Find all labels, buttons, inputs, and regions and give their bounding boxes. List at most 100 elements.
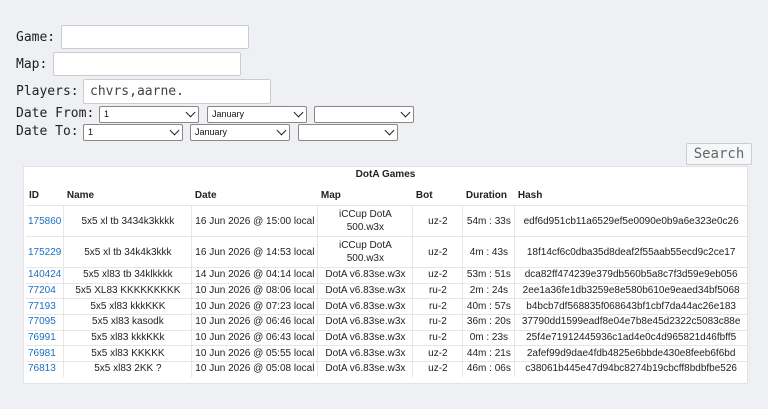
- table-row: 77204 5x5 XL83 KKKKKKKKK 10 Jun 2026 @ 08:…: [26, 282, 747, 299]
- cell-id: 76813: [26, 361, 65, 377]
- header-id: ID: [29, 189, 39, 201]
- date-from-month-value: January: [212, 109, 245, 119]
- date-from-label: Date From:: [16, 106, 95, 121]
- cell-hash: c38061b445e47d94bc8274b19cbcff8bdbfbe526: [514, 361, 747, 377]
- date-to-month-select[interactable]: January: [190, 124, 290, 141]
- cell-bot: ru-2: [412, 282, 464, 299]
- table-row: 76813 5x5 xl83 2KK ? 10 Jun 2026 @ 05:08 l…: [26, 361, 747, 377]
- header-hash: Hash: [517, 189, 543, 201]
- cell-name: 5x5 xl83 tb 34klkkkk: [63, 267, 193, 284]
- date-from-day-value: 1: [104, 109, 110, 119]
- cell-bot: uz-2: [412, 267, 464, 284]
- header-map: Map: [320, 189, 341, 201]
- date-to-day-value: 1: [88, 127, 94, 137]
- cell-id: 77204: [26, 282, 65, 299]
- map-label: Map:: [16, 57, 48, 72]
- chevron-down-icon: [185, 107, 196, 118]
- map-input[interactable]: [53, 52, 241, 76]
- table-caption: DotA Games: [355, 169, 416, 180]
- cell-hash: 25f4e71912445936c1ad4e0c4d965821d46fbff5: [514, 329, 747, 346]
- cell-map: DotA v6.83se.w3x: [317, 345, 414, 362]
- cell-hash: 2afef99d9dae4fdb4825e6bbde430e8feeb6f6bd: [514, 345, 747, 362]
- cell-id: 77095: [26, 314, 65, 331]
- cell-name: 5x5 xl83 kasodk: [63, 314, 193, 331]
- game-id-link[interactable]: 76981: [28, 348, 56, 359]
- chevron-down-icon: [293, 107, 304, 118]
- header-name: Name: [66, 189, 95, 201]
- games-table-panel: DotA Games ID Name Date Map Bot Duration…: [23, 166, 748, 384]
- cell-duration: 2m : 24s: [462, 282, 516, 299]
- players-label: Players:: [16, 84, 79, 99]
- game-id-link[interactable]: 175860: [28, 216, 61, 227]
- cell-name: 5x5 xl tb 3434k3kkkk: [63, 205, 193, 237]
- cell-id: 76981: [26, 345, 65, 362]
- cell-map: DotA v6.83se.w3x: [317, 314, 414, 331]
- cell-map: iCCup DotA 500.w3x: [317, 205, 414, 237]
- cell-map: DotA v6.83se.w3x: [317, 298, 414, 315]
- table-row: 175860 5x5 xl tb 3434k3kkkk 16 Jun 2026 @ …: [26, 205, 747, 237]
- cell-bot: ru-2: [412, 298, 464, 315]
- date-to-month-value: January: [195, 127, 228, 137]
- table-row: 77095 5x5 xl83 kasodk 10 Jun 2026 @ 06:46 …: [26, 314, 747, 331]
- cell-hash: 2ee1a36fe1db3259e8e580b610e9eaed34bf5068: [514, 282, 747, 299]
- cell-date: 10 Jun 2026 @ 05:08 local: [191, 361, 319, 377]
- cell-date: 10 Jun 2026 @ 06:46 local: [191, 314, 319, 331]
- cell-bot: uz-2: [412, 236, 464, 268]
- search-button[interactable]: Search: [686, 143, 752, 165]
- cell-hash: dca82ff474239e379db560b5a8c7f3d59e9eb056: [514, 267, 747, 284]
- cell-bot: ru-2: [412, 314, 464, 331]
- cell-map: DotA v6.83se.w3x: [317, 361, 414, 377]
- cell-hash: edf6d951cb11a6529ef5e0090e0b9a6e323e0c26: [514, 205, 747, 237]
- table-row: 175229 5x5 xl tb 34k4k3kkk 16 Jun 2026 @ 1…: [26, 236, 747, 268]
- table-row: 76991 5x5 xl83 kkkKKk 10 Jun 2026 @ 06:43 …: [26, 329, 747, 346]
- date-from-year-select[interactable]: [314, 106, 414, 123]
- cell-name: 5x5 xl83 kkkKKk: [63, 329, 193, 346]
- cell-date: 10 Jun 2026 @ 06:43 local: [191, 329, 319, 346]
- table-row: 140424 5x5 xl83 tb 34klkkkk 14 Jun 2026 @ …: [26, 267, 747, 284]
- cell-name: 5x5 XL83 KKKKKKKKK: [63, 282, 193, 299]
- cell-date: 10 Jun 2026 @ 05:55 local: [191, 345, 319, 362]
- cell-map: DotA v6.83se.w3x: [317, 329, 414, 346]
- game-input[interactable]: [61, 25, 249, 49]
- cell-bot: uz-2: [412, 205, 464, 237]
- cell-map: DotA v6.83se.w3x: [317, 282, 414, 299]
- game-id-link[interactable]: 175229: [28, 247, 61, 258]
- cell-name: 5x5 xl83 2KK ?: [63, 361, 193, 377]
- game-id-link[interactable]: 140424: [28, 269, 61, 280]
- chevron-down-icon: [276, 125, 287, 136]
- date-from-month-select[interactable]: January: [207, 106, 307, 123]
- cell-id: 77193: [26, 298, 65, 315]
- games-table: ID Name Date Map Bot Duration Hash 17586…: [26, 185, 747, 377]
- cell-name: 5x5 xl tb 34k4k3kkk: [63, 236, 193, 268]
- game-id-link[interactable]: 77193: [28, 301, 56, 312]
- cell-date: 16 Jun 2026 @ 14:53 local: [191, 236, 319, 268]
- cell-map: DotA v6.83se.w3x: [317, 267, 414, 284]
- cell-hash: 18f14cf6c0dba35d8deaf2f55aab55ecd9c2ce17: [514, 236, 747, 268]
- cell-duration: 0m : 23s: [462, 329, 516, 346]
- players-input[interactable]: chvrs,aarne.: [83, 79, 271, 104]
- game-id-link[interactable]: 77095: [28, 316, 56, 327]
- date-from-day-select[interactable]: 1: [99, 106, 199, 123]
- chevron-down-icon: [384, 125, 395, 136]
- table-row: 77193 5x5 xl83 kkkKKK 10 Jun 2026 @ 07:23 …: [26, 298, 747, 315]
- date-to-year-select[interactable]: [298, 124, 398, 141]
- header-duration: Duration: [465, 189, 507, 201]
- game-id-link[interactable]: 77204: [28, 285, 56, 296]
- cell-date: 16 Jun 2026 @ 15:00 local: [191, 205, 319, 237]
- header-bot: Bot: [415, 189, 433, 201]
- cell-bot: ru-2: [412, 329, 464, 346]
- table-header-row: ID Name Date Map Bot Duration Hash: [26, 185, 747, 206]
- cell-hash: b4bcb7df568835f068643bf1cbf7da44ac26e183: [514, 298, 747, 315]
- cell-duration: 40m : 57s: [462, 298, 516, 315]
- date-to-day-select[interactable]: 1: [83, 124, 183, 141]
- game-id-link[interactable]: 76991: [28, 332, 56, 343]
- cell-name: 5x5 xl83 kkkKKK: [63, 298, 193, 315]
- chevron-down-icon: [169, 125, 180, 136]
- date-to-label: Date To:: [16, 124, 79, 139]
- game-id-link[interactable]: 76813: [28, 363, 56, 374]
- cell-duration: 53m : 51s: [462, 267, 516, 284]
- header-date: Date: [194, 189, 217, 201]
- cell-duration: 46m : 06s: [462, 361, 516, 377]
- cell-hash: 37790dd1599eadf8e04e7b8e45d2322c5083c88e: [514, 314, 747, 331]
- cell-id: 175229: [26, 236, 65, 268]
